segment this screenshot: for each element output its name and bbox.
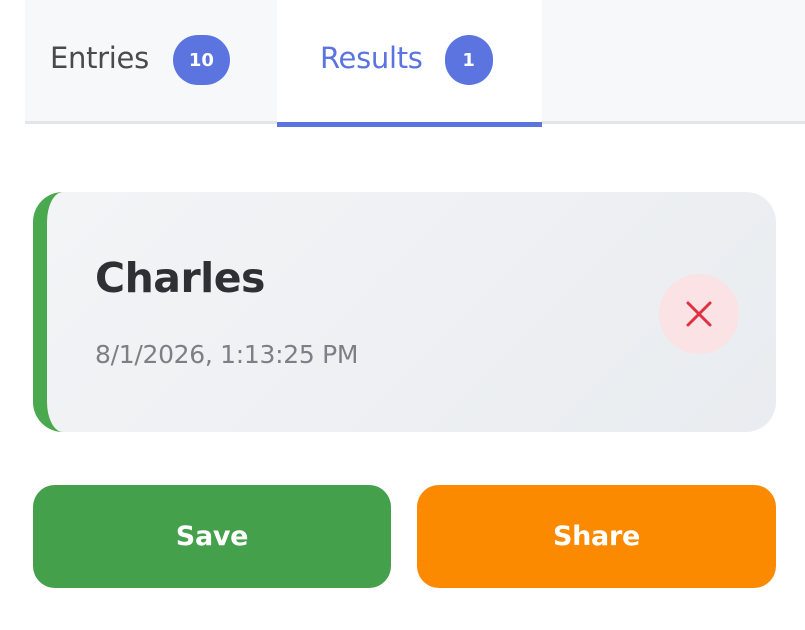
tab-results-label: Results — [320, 41, 423, 75]
result-timestamp: 8/1/2026, 1:13:25 PM — [95, 340, 359, 369]
result-name: Charles — [95, 254, 265, 302]
tab-entries-label: Entries — [50, 41, 149, 75]
result-card: Charles 8/1/2026, 1:13:25 PM — [33, 192, 776, 432]
tab-entries[interactable]: Entries 10 — [25, 0, 277, 124]
close-icon — [686, 301, 712, 327]
page: Entries 10 Results 1 Charles 8/1/2026, 1… — [0, 0, 805, 630]
save-button[interactable]: Save — [33, 485, 391, 588]
action-buttons: Save Share — [33, 485, 776, 588]
result-card-body: Charles 8/1/2026, 1:13:25 PM — [47, 192, 776, 432]
remove-result-button[interactable] — [659, 274, 739, 354]
tab-results-count-badge: 1 — [444, 35, 493, 85]
share-button[interactable]: Share — [417, 485, 776, 588]
tab-results[interactable]: Results 1 — [277, 0, 542, 127]
tab-entries-count-badge: 10 — [172, 35, 230, 85]
tab-bar: Entries 10 Results 1 — [25, 0, 805, 127]
